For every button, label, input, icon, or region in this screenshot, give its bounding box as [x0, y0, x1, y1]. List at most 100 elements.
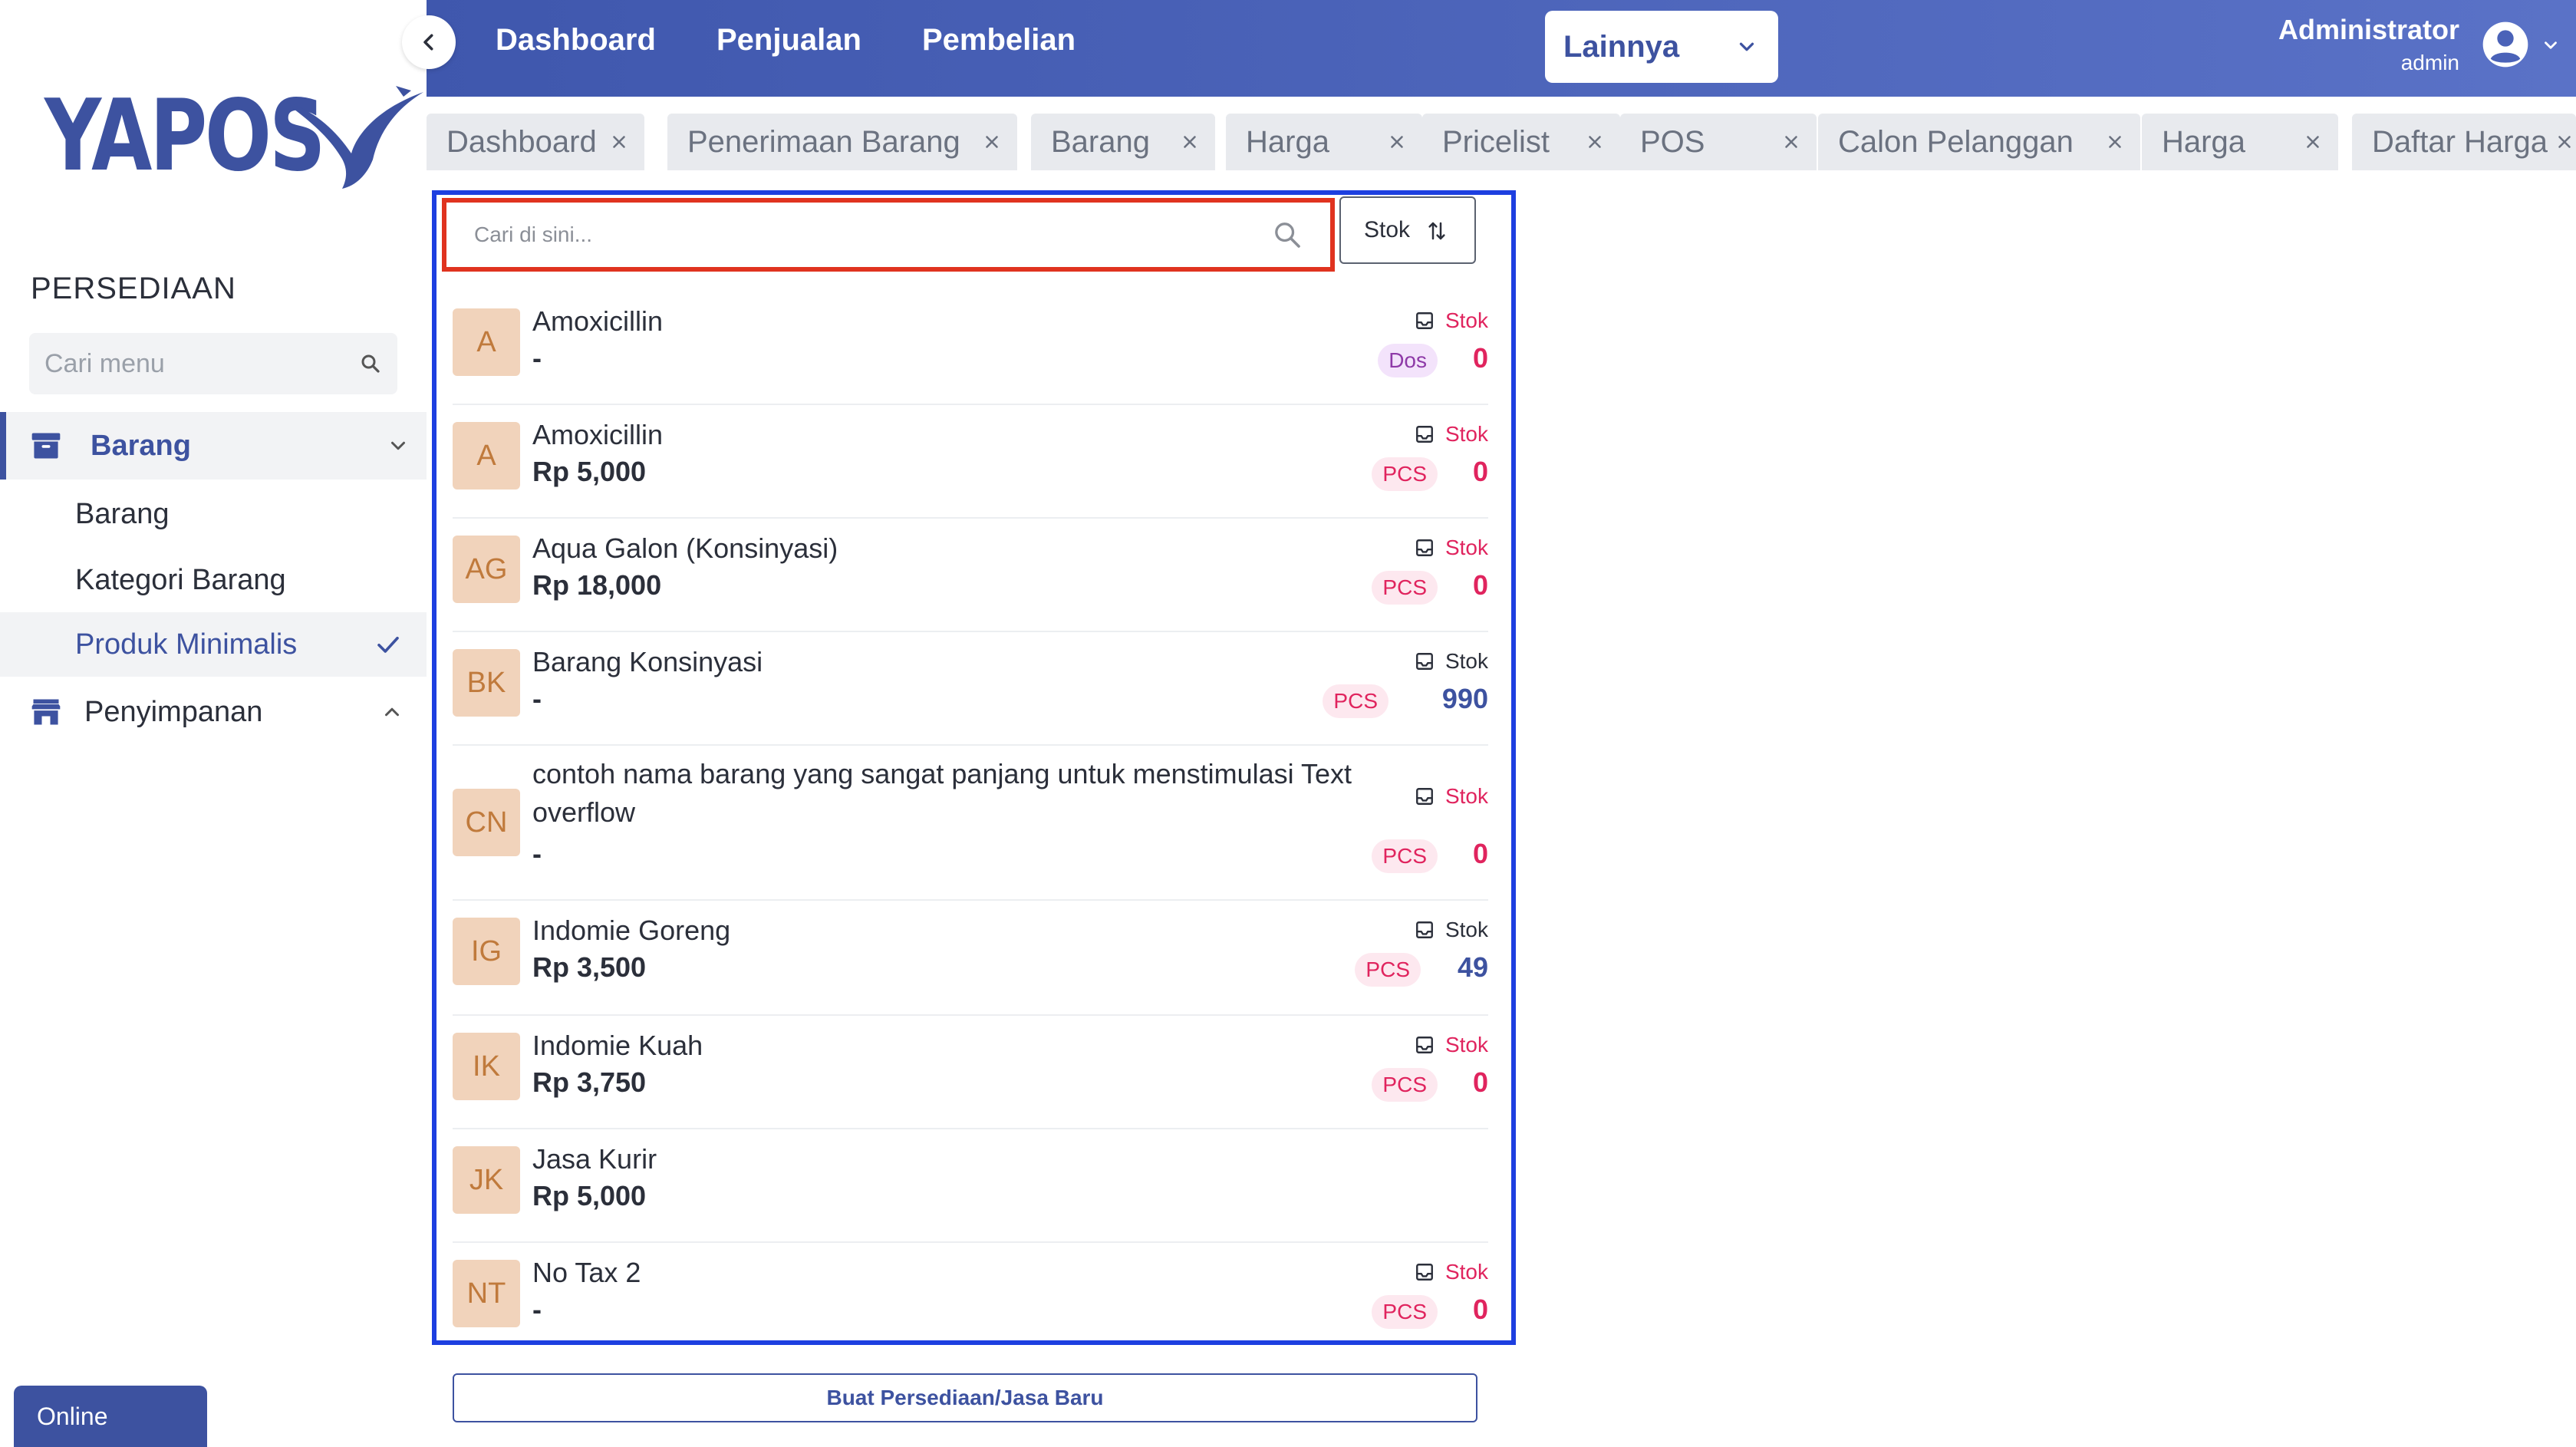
tab-label: Pricelist	[1442, 124, 1550, 159]
sidebar-group-penyimpanan[interactable]: Penyimpanan	[0, 678, 427, 746]
inbox-icon	[1416, 1264, 1433, 1281]
close-icon[interactable]	[1585, 132, 1605, 152]
tab-label: Penerimaan Barang	[687, 124, 960, 159]
user-role: admin	[2400, 51, 2459, 74]
chevron-left-icon	[423, 34, 433, 51]
tab-label: Harga	[2162, 124, 2245, 159]
item-avatar: A	[453, 308, 520, 376]
tab-dashboard[interactable]: Dashboard	[427, 114, 644, 170]
tab-pos[interactable]: POS	[1620, 114, 1817, 170]
nav-penjualan[interactable]: Penjualan	[716, 23, 861, 58]
menu-search[interactable]	[29, 333, 397, 394]
list-item[interactable]: A Amoxicillin Rp 5,000 Stok PCS 0	[453, 405, 1488, 519]
close-icon[interactable]	[1387, 132, 1407, 152]
nav-dashboard[interactable]: Dashboard	[496, 23, 656, 58]
sidebar-item-barang[interactable]: Barang	[0, 482, 427, 546]
stock-label: Stok	[1415, 1260, 1488, 1284]
tab-harga-2[interactable]: Harga	[2142, 114, 2338, 170]
item-price: -	[532, 683, 542, 714]
user-avatar-icon[interactable]	[2481, 20, 2530, 69]
tab-barang[interactable]: Barang	[1031, 114, 1215, 170]
close-icon[interactable]	[982, 132, 1002, 152]
stock-qty: 0	[1472, 569, 1488, 601]
item-avatar: CN	[453, 789, 520, 856]
close-icon[interactable]	[2555, 132, 2574, 152]
stock-qty: 0	[1472, 838, 1488, 869]
tab-daftar-harga[interactable]: Daftar Harga	[2352, 114, 2576, 170]
sidebar-group-barang[interactable]: Barang	[0, 412, 427, 480]
list-item[interactable]: BK Barang Konsinyasi - Stok PCS 990	[453, 632, 1488, 746]
stock-qty: 49	[1457, 951, 1488, 983]
top-navbar: Dashboard Penjualan Pembelian Lainnya Ad…	[427, 0, 2576, 97]
chevron-up-icon	[385, 707, 399, 717]
inbox-icon	[1416, 426, 1433, 443]
close-icon[interactable]	[1781, 132, 1801, 152]
item-price: Rp 5,000	[532, 1180, 647, 1211]
stock-label: Stok	[1415, 1033, 1488, 1057]
tab-bar: Dashboard Penerimaan Barang Barang Harga…	[427, 114, 2576, 170]
item-name: Amoxicillin	[532, 419, 664, 450]
item-price: Rp 3,750	[532, 1066, 647, 1098]
list-item[interactable]: IG Indomie Goreng Rp 3,500 Stok PCS 49	[453, 901, 1488, 1016]
brand-logo[interactable]: YAPOS	[44, 78, 423, 193]
search-icon[interactable]	[1272, 219, 1303, 250]
item-price: Rp 18,000	[532, 569, 662, 601]
online-status-badge: Online	[14, 1386, 207, 1447]
nav-pembelian[interactable]: Pembelian	[922, 23, 1076, 58]
tab-label: Barang	[1051, 124, 1150, 159]
item-price: Rp 5,000	[532, 456, 647, 487]
tab-penerimaan-barang[interactable]: Penerimaan Barang	[667, 114, 1017, 170]
list-item[interactable]: NT No Tax 2 - Stok PCS 0	[453, 1243, 1488, 1340]
item-name: Aqua Galon (Konsinyasi)	[532, 532, 838, 564]
unit-badge: PCS	[1372, 1295, 1438, 1329]
stock-label: Stok	[1415, 536, 1488, 560]
list-search-input[interactable]	[474, 222, 1272, 247]
inbox-icon	[1416, 539, 1433, 556]
sort-label: Stok	[1364, 217, 1411, 242]
close-icon[interactable]	[2105, 132, 2125, 152]
item-price: -	[532, 838, 542, 869]
menu-search-input[interactable]	[44, 348, 359, 379]
list-item[interactable]: IK Indomie Kuah Rp 3,750 Stok PCS 0	[453, 1016, 1488, 1129]
tab-calon-pelanggan[interactable]: Calon Pelanggan	[1818, 114, 2140, 170]
unit-badge: PCS	[1372, 1068, 1438, 1102]
list-search[interactable]	[442, 198, 1335, 272]
item-name: Amoxicillin	[532, 305, 664, 337]
tab-label: Dashboard	[446, 124, 597, 159]
inbox-icon	[1416, 1037, 1433, 1053]
stock-label: Stok	[1415, 649, 1488, 674]
inbox-icon	[1416, 921, 1433, 938]
sort-stok-button[interactable]: Stok	[1339, 196, 1476, 264]
stock-qty: 0	[1472, 456, 1488, 487]
tab-label: Harga	[1246, 124, 1329, 159]
tab-harga[interactable]: Harga	[1226, 114, 1422, 170]
sidebar-item-produk-minimalis[interactable]: Produk Minimalis	[0, 612, 427, 677]
item-price: -	[532, 342, 542, 374]
close-icon[interactable]	[609, 132, 629, 152]
list-item[interactable]: AG Aqua Galon (Konsinyasi) Rp 18,000 Sto…	[453, 519, 1488, 632]
stock-qty: 990	[1441, 683, 1488, 714]
section-title: PERSEDIAAN	[31, 272, 236, 305]
create-inventory-button[interactable]: Buat Persediaan/Jasa Baru	[453, 1373, 1477, 1422]
unit-badge: PCS	[1323, 684, 1388, 718]
item-name: contoh nama barang yang sangat panjang u…	[532, 758, 1352, 828]
sidebar-item-kategori-barang[interactable]: Kategori Barang	[0, 548, 427, 612]
close-icon[interactable]	[1180, 132, 1200, 152]
list-item[interactable]: A Amoxicillin - Stok Dos 0	[453, 292, 1488, 405]
list-item[interactable]: JK Jasa Kurir Rp 5,000	[453, 1129, 1488, 1243]
chevron-down-icon[interactable]	[2541, 35, 2561, 55]
sidebar-collapse-button[interactable]	[402, 15, 456, 69]
unit-badge: PCS	[1355, 953, 1421, 987]
tab-label: Daftar Harga	[2372, 124, 2548, 159]
nav-lainnya-dropdown[interactable]: Lainnya	[1545, 11, 1778, 83]
sidebar-item-label: Produk Minimalis	[75, 628, 298, 661]
search-icon[interactable]	[359, 352, 382, 375]
list-item[interactable]: CN contoh nama barang yang sangat panjan…	[453, 746, 1488, 901]
chevron-down-icon	[391, 441, 405, 450]
user-name[interactable]: Administrator	[2278, 14, 2459, 46]
item-name: Indomie Goreng	[532, 915, 731, 946]
unit-badge: PCS	[1372, 457, 1438, 491]
tab-pricelist[interactable]: Pricelist	[1422, 114, 1620, 170]
sidebar-group-label: Barang	[91, 429, 191, 462]
close-icon[interactable]	[2303, 132, 2323, 152]
